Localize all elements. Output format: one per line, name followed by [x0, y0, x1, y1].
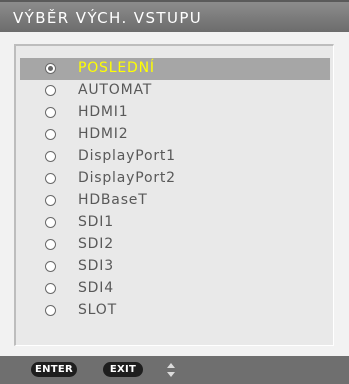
radio-icon	[45, 239, 56, 250]
list-item-displayport1[interactable]: DisplayPort1	[20, 146, 330, 168]
list-item-label: SDI1	[78, 214, 114, 230]
radio-icon	[45, 151, 56, 162]
list-item-sdi3[interactable]: SDI3	[20, 256, 330, 278]
list-item-sdi1[interactable]: SDI1	[20, 212, 330, 234]
radio-icon	[45, 261, 56, 272]
list-item-label: SLOT	[78, 302, 117, 318]
radio-icon	[45, 217, 56, 228]
list-item-sdi4[interactable]: SDI4	[20, 278, 330, 300]
list-item-label: POSLEDNÍ	[78, 60, 155, 76]
radio-selected-icon	[45, 63, 56, 74]
list-item-hdbaset[interactable]: HDBaseT	[20, 190, 330, 212]
list-item-label: DisplayPort2	[78, 170, 176, 186]
list-item-label: DisplayPort1	[78, 148, 176, 164]
radio-icon	[45, 85, 56, 96]
enter-button[interactable]: ENTER	[31, 362, 77, 377]
title-bar: VÝBĚR VÝCH. VSTUPU	[0, 0, 349, 32]
up-down-arrows-icon	[167, 363, 175, 377]
radio-icon	[45, 283, 56, 294]
radio-icon	[45, 305, 56, 316]
list-item-label: AUTOMAT	[78, 82, 153, 98]
radio-icon	[45, 195, 56, 206]
list-item-label: SDI3	[78, 258, 114, 274]
menu-panel: POSLEDNÍ AUTOMAT HDMI1 HDMI2 DisplayPort…	[0, 32, 349, 356]
list-item-hdmi2[interactable]: HDMI2	[20, 124, 330, 146]
radio-icon	[45, 129, 56, 140]
list-item-displayport2[interactable]: DisplayPort2	[20, 168, 330, 190]
list-item-hdmi1[interactable]: HDMI1	[20, 102, 330, 124]
list-item-sdi2[interactable]: SDI2	[20, 234, 330, 256]
menu-title: VÝBĚR VÝCH. VSTUPU	[13, 9, 203, 27]
exit-button[interactable]: EXIT	[103, 362, 143, 377]
input-select-menu: VÝBĚR VÝCH. VSTUPU POSLEDNÍ AUTOMAT HDMI…	[0, 0, 349, 384]
footer-bar: ENTER EXIT	[0, 356, 349, 384]
list-item-slot[interactable]: SLOT	[20, 300, 330, 322]
input-list: POSLEDNÍ AUTOMAT HDMI1 HDMI2 DisplayPort…	[14, 44, 334, 346]
list-item-label: SDI4	[78, 280, 114, 296]
list-item-label: HDMI2	[78, 126, 129, 142]
list-item-label: SDI2	[78, 236, 114, 252]
radio-icon	[45, 107, 56, 118]
list-item-posledni[interactable]: POSLEDNÍ	[20, 58, 330, 80]
radio-icon	[45, 173, 56, 184]
list-item-automat[interactable]: AUTOMAT	[20, 80, 330, 102]
list-item-label: HDBaseT	[78, 192, 148, 208]
list-item-label: HDMI1	[78, 104, 129, 120]
